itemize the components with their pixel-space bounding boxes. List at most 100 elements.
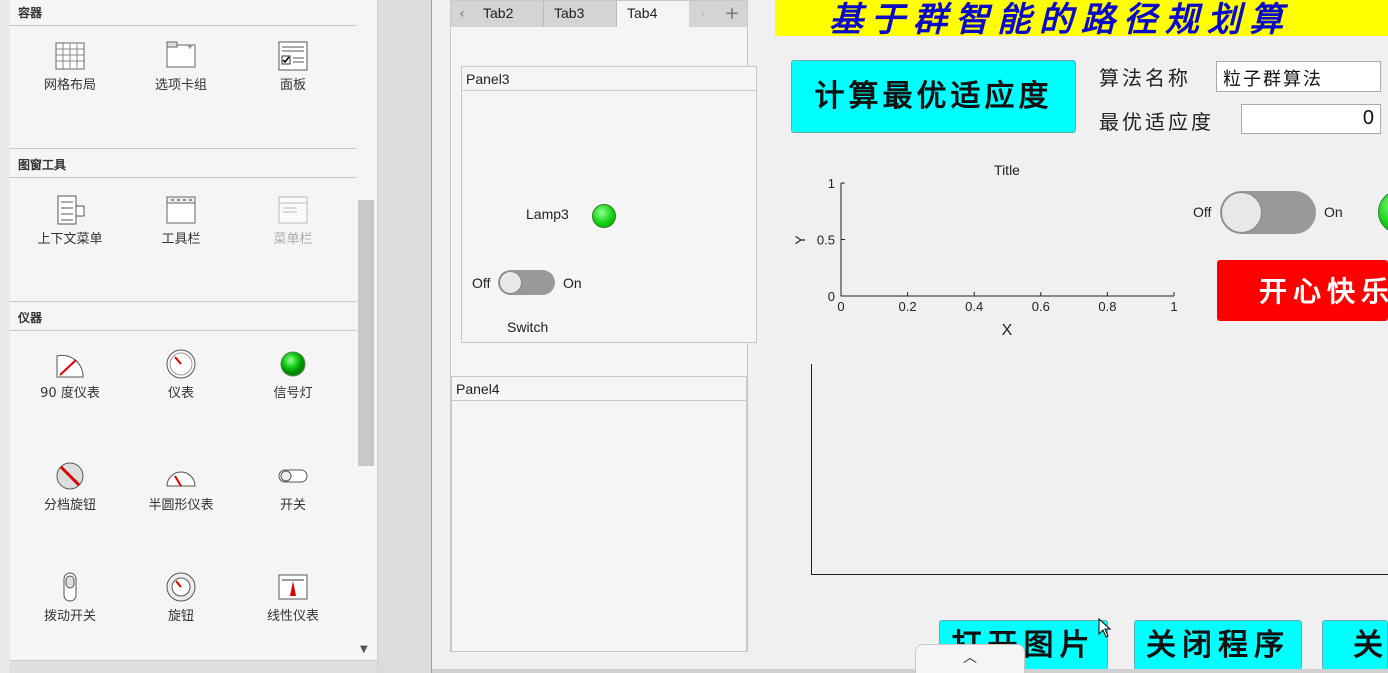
tab-tab2[interactable]: Tab2 (473, 1, 544, 27)
panel3-switch[interactable] (498, 270, 555, 295)
algorithm-name-label: 算法名称 (1099, 66, 1191, 90)
gauge-icon (166, 349, 196, 379)
lamp3-label: Lamp3 (526, 206, 569, 222)
image-axes[interactable] (811, 364, 1388, 575)
canvas-bottom-edge (432, 669, 1388, 673)
mouse-cursor-icon (1098, 618, 1112, 638)
component-library: 容器 网格布局 + 选项卡组 面板 图窗工具 上下文菜单 工具栏 菜单栏 仪器 (0, 0, 378, 673)
tab-bar: ‹ Tab2 Tab3 Tab4 › + (451, 1, 747, 27)
menubar-icon (278, 196, 308, 224)
knob-icon (166, 572, 196, 602)
axes-frame (840, 183, 1174, 297)
x-tick-label: 0.4 (965, 299, 983, 314)
app-title-band: 基于群智能的路径规划算 (775, 0, 1388, 36)
lib-item-discrete-knob[interactable]: 分档旋钮 (15, 460, 125, 530)
close-program-button[interactable]: 关闭程序 (1134, 620, 1302, 670)
lib-item-label: 半圆形仪表 (148, 498, 214, 513)
algorithm-name-field[interactable]: 粒子群算法 (1216, 61, 1381, 92)
x-tick-label: 0 (837, 299, 844, 314)
tab-group-icon: + (166, 41, 196, 68)
switch-knob (1221, 192, 1262, 233)
app-title: 基于群智能的路径规划算 (829, 0, 1291, 36)
lamp3 (592, 204, 616, 228)
canvas-margin (378, 0, 432, 673)
lib-item-linear-gauge[interactable]: 线性仪表 (238, 571, 348, 641)
lib-item-label: 旋钮 (167, 609, 194, 624)
switch-off-label: Off (472, 275, 491, 291)
lib-item-context-menu[interactable]: 上下文菜单 (15, 194, 125, 264)
section-header-instruments: 仪器 (10, 305, 357, 331)
tab-add-icon[interactable]: + (717, 1, 747, 27)
lib-item-label: 线性仪表 (266, 609, 319, 624)
lib-item-label: 网格布局 (43, 78, 96, 93)
tab-prev-icon[interactable]: ‹ (451, 1, 473, 27)
tab-tab3[interactable]: Tab3 (544, 1, 617, 27)
panel3-title: Panel3 (462, 67, 756, 91)
lib-item-label: 工具栏 (161, 232, 201, 247)
svg-text:+: + (187, 43, 193, 51)
lib-item-label: 选项卡组 (154, 78, 207, 93)
panel4[interactable]: Panel4 (451, 376, 747, 652)
section-divider (10, 301, 357, 302)
app-switch-on-label: On (1324, 204, 1343, 220)
lib-item-label: 面板 (279, 78, 306, 93)
x-ticks: 0 0.2 0.4 0.6 0.8 1 (837, 292, 1178, 314)
y-tick-label: 0.5 (817, 233, 835, 248)
lamp-icon (280, 351, 306, 377)
lib-item-tab-group[interactable]: + 选项卡组 (126, 40, 236, 110)
lib-item-knob[interactable]: 旋钮 (126, 571, 236, 641)
x-tick-label: 0.6 (1032, 299, 1050, 314)
third-bottom-button[interactable]: 关 (1322, 620, 1388, 670)
section-header-figure-tools: 图窗工具 (10, 152, 357, 178)
fitness-axes[interactable]: Title 0 0.2 0.4 0.6 0.8 1 0 0.5 1 X Y (790, 160, 1190, 345)
switch-label: Switch (507, 319, 549, 335)
lib-item-label: 拨动开关 (43, 609, 96, 624)
happy-button[interactable]: 开心快乐 (1217, 260, 1388, 321)
x-tick-label: 1 (1170, 299, 1177, 314)
lib-item-toggle-switch[interactable]: 拨动开关 (15, 571, 125, 641)
lib-item-grid-layout[interactable]: 网格布局 (15, 40, 125, 110)
panel-icon (278, 41, 308, 71)
context-menu-icon (57, 195, 85, 225)
tab-tab4[interactable]: Tab4 (617, 1, 689, 27)
collapse-chevron-up-icon[interactable]: ︿ (915, 644, 1025, 673)
library-scrollbar[interactable] (358, 200, 374, 466)
x-axis-label: X (1002, 322, 1013, 339)
library-footer (10, 660, 377, 673)
library-strip (0, 0, 10, 673)
lib-item-ninety-degree-gauge[interactable]: 90 度仪表 (15, 348, 125, 418)
section-header-containers: 容器 (10, 0, 357, 26)
y-tick-label: 0 (828, 289, 835, 304)
lib-item-lamp[interactable]: 信号灯 (238, 348, 348, 418)
switch-on-label: On (563, 275, 582, 291)
x-tick-label: 0.8 (1098, 299, 1116, 314)
best-fitness-field[interactable]: 0 (1241, 104, 1381, 134)
lib-item-gauge[interactable]: 仪表 (126, 348, 236, 418)
lib-item-switch[interactable]: 开关 (238, 460, 348, 530)
lib-item-label: 菜单栏 (273, 232, 313, 247)
scroll-down-arrow-icon[interactable]: ▼ (360, 644, 368, 655)
semicircular-gauge-icon (166, 471, 196, 487)
lib-item-panel[interactable]: 面板 (238, 40, 348, 110)
discrete-knob-icon (56, 462, 84, 490)
y-axis-label: Y (792, 235, 808, 245)
panel4-title: Panel4 (452, 377, 746, 401)
best-fitness-label: 最优适应度 (1099, 110, 1214, 134)
lib-item-label: 分档旋钮 (43, 498, 96, 513)
axes-title: Title (994, 162, 1020, 178)
toolbar-icon (166, 196, 196, 224)
lib-item-semicircular-gauge[interactable]: 半圆形仪表 (126, 460, 236, 530)
compute-fitness-button[interactable]: 计算最优适应度 (791, 60, 1076, 133)
switch-knob (499, 271, 522, 294)
grid-layout-icon (55, 42, 85, 70)
lib-item-menubar: 菜单栏 (238, 194, 348, 264)
app-designer-window: 容器 网格布局 + 选项卡组 面板 图窗工具 上下文菜单 工具栏 菜单栏 仪器 (0, 0, 1388, 673)
linear-gauge-icon (278, 574, 308, 600)
switch-icon (278, 469, 308, 483)
lib-item-label: 仪表 (167, 386, 194, 401)
app-switch[interactable] (1220, 191, 1316, 234)
lib-item-label: 上下文菜单 (37, 232, 103, 247)
lib-item-toolbar[interactable]: 工具栏 (126, 194, 236, 264)
tab-next-icon[interactable]: › (689, 1, 717, 27)
y-tick-label: 1 (828, 176, 835, 191)
